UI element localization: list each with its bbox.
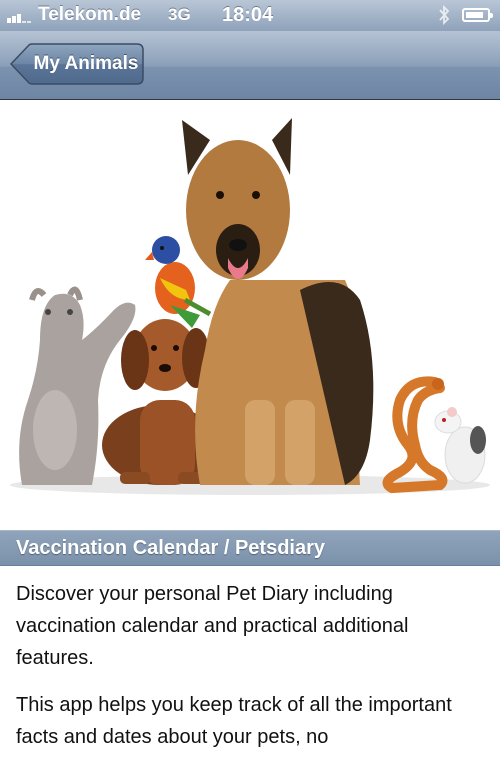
pets-illustration — [10, 118, 490, 495]
section-header: Vaccination Calendar / Petsdiary — [0, 530, 500, 566]
battery-level — [466, 12, 483, 18]
status-bar: Telekom.de 3G 18:04 — [0, 0, 500, 31]
description-text: Discover your personal Pet Diary includi… — [16, 578, 486, 768]
shepherd-dog-image — [182, 118, 374, 485]
battery-icon — [462, 8, 493, 22]
bluetooth-icon — [439, 4, 450, 26]
description-paragraph: Discover your personal Pet Diary includi… — [16, 583, 409, 669]
description-paragraph: This app helps you keep track of all the… — [16, 694, 452, 748]
network-type: 3G — [168, 5, 191, 24]
clock: 18:04 — [222, 4, 274, 26]
snake-image — [382, 376, 448, 494]
back-button[interactable]: My Animals — [10, 43, 144, 85]
back-button-label: My Animals — [33, 53, 139, 74]
carrier-name: Telekom.de — [38, 4, 142, 25]
hero-image — [0, 100, 500, 530]
signal-icon — [7, 9, 33, 23]
rat-image — [434, 407, 486, 484]
navigation-bar: My Animals — [0, 31, 500, 100]
